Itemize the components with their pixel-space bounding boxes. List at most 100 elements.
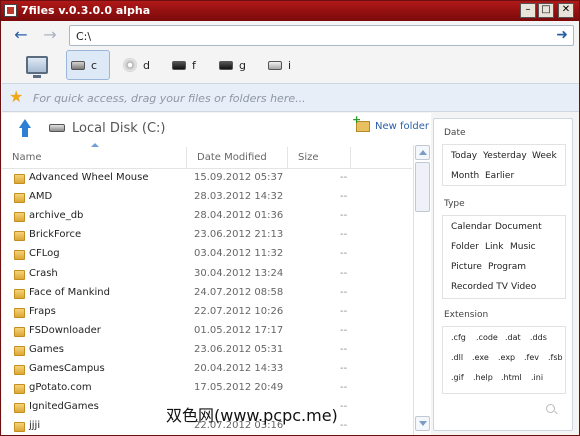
file-name: IgnitedGames — [29, 401, 99, 413]
folder-icon — [14, 403, 25, 414]
scroll-down-button[interactable] — [415, 416, 430, 431]
table-row[interactable]: FSDownloader 01.05.2012 17:17 -- — [2, 322, 412, 341]
extension-filter-option[interactable]: .html — [501, 373, 522, 382]
file-size: -- — [340, 363, 348, 374]
type-filter-option[interactable]: Picture — [451, 262, 482, 272]
forward-arrow-icon[interactable]: → — [40, 26, 60, 44]
table-row[interactable]: gPotato.com 17.05.2012 20:49 -- — [2, 379, 412, 398]
table-row[interactable]: Crash 30.04.2012 13:24 -- — [2, 265, 412, 284]
minimize-button[interactable]: – — [520, 3, 536, 18]
folder-icon — [14, 212, 25, 223]
file-name: Games — [29, 343, 64, 355]
up-folder-icon[interactable] — [16, 119, 34, 139]
new-folder-label: New folder — [375, 121, 430, 132]
drive-i-button[interactable]: i — [264, 50, 304, 80]
table-row[interactable]: CFLog 03.04.2012 11:32 -- — [2, 245, 412, 264]
file-name: CFLog — [29, 248, 60, 260]
new-folder-button[interactable]: New folder — [352, 113, 430, 132]
file-date: 17.05.2012 20:49 — [194, 382, 284, 394]
go-arrow-icon[interactable]: ➜ — [556, 27, 568, 43]
type-filter-option[interactable]: Calendar — [451, 222, 491, 232]
date-filter-option[interactable]: Yesterday — [483, 151, 527, 161]
drive-label: f — [192, 58, 196, 72]
table-row[interactable]: GamesCampus 20.04.2012 14:33 -- — [2, 360, 412, 379]
file-size: -- — [340, 324, 348, 336]
folder-icon — [14, 365, 25, 375]
drive-icon — [268, 60, 282, 70]
type-filter-option[interactable]: Music — [510, 242, 536, 252]
date-filter-option[interactable]: Month — [451, 171, 479, 181]
extension-filter-option[interactable]: .exe — [472, 353, 489, 362]
table-header: Name Date Modified Size — [2, 147, 412, 169]
table-row[interactable]: BrickForce 23.06.2012 21:13 -- — [2, 226, 412, 245]
file-name: AMD — [29, 191, 53, 203]
favorites-bar[interactable]: ★ For quick access, drag your files or f… — [2, 83, 579, 112]
folder-icon — [14, 326, 25, 337]
date-filter-option[interactable]: Week — [532, 151, 557, 161]
type-filter-option[interactable]: Video — [511, 282, 536, 292]
drive-icon — [172, 60, 186, 70]
star-icon: ★ — [9, 87, 24, 106]
maximize-button[interactable]: □ — [538, 3, 554, 18]
extension-filter-option[interactable]: .cfg — [451, 333, 466, 342]
file-name: GamesCampus — [29, 363, 105, 374]
column-name[interactable]: Name — [2, 147, 187, 169]
title-bar: 7files v.0.3.0.0 alpha – □ ✕ — [1, 1, 579, 21]
extension-filter-option[interactable]: .help — [473, 373, 493, 382]
scroll-thumb[interactable] — [415, 162, 430, 212]
type-filter-option[interactable]: Folder — [451, 242, 479, 252]
drive-g-button[interactable]: g — [215, 50, 255, 80]
table-row[interactable]: archive_db 28.04.2012 01:36 -- — [2, 207, 412, 226]
table-row[interactable]: Advanced Wheel Mouse 15.09.2012 05:37 -- — [2, 169, 412, 188]
file-date: 30.04.2012 13:24 — [194, 267, 284, 279]
column-size[interactable]: Size — [288, 147, 351, 169]
extension-filter-option[interactable]: .dds — [530, 333, 547, 342]
file-date: 15.09.2012 05:37 — [194, 172, 284, 183]
back-arrow-icon[interactable]: ← — [11, 26, 31, 44]
file-size: -- — [340, 172, 348, 183]
app-icon — [4, 4, 17, 17]
favorites-hint: For quick access, drag your files or fol… — [33, 92, 306, 105]
extension-filter-option[interactable]: .code — [476, 333, 498, 342]
type-filter-option[interactable]: Recorded TV — [451, 282, 508, 292]
date-filter-option[interactable]: Earlier — [485, 171, 514, 181]
file-size: -- — [340, 305, 348, 317]
extension-filter-title: Extension — [444, 310, 489, 320]
computer-button[interactable] — [22, 50, 54, 80]
drive-f-button[interactable]: f — [168, 50, 208, 80]
file-date: 23.06.2012 05:31 — [194, 343, 284, 355]
drive-label: d — [143, 58, 150, 72]
column-modified[interactable]: Date Modified — [187, 147, 288, 169]
address-input[interactable]: C:\ ➜ — [69, 25, 574, 46]
type-filter-option[interactable]: Program — [488, 262, 526, 272]
file-size: -- — [340, 210, 348, 222]
extension-filter-option[interactable]: .exp — [498, 353, 515, 362]
table-row[interactable]: AMD 28.03.2012 14:32 -- — [2, 188, 412, 207]
close-button[interactable]: ✕ — [558, 3, 574, 18]
extension-filter-option[interactable]: .dll — [451, 353, 463, 362]
scroll-up-button[interactable] — [415, 145, 430, 160]
type-filter-option[interactable]: Link — [485, 242, 503, 252]
extension-filter-option[interactable]: .dat — [505, 333, 521, 342]
file-size: -- — [340, 401, 348, 413]
extension-filter-option[interactable]: .fsb — [548, 353, 563, 362]
table-row[interactable]: Face of Mankind 24.07.2012 08:58 -- — [2, 284, 412, 303]
search-icon[interactable] — [546, 404, 555, 413]
drive-d-button[interactable]: d — [119, 50, 159, 80]
folder-icon — [14, 307, 25, 318]
type-filter-option[interactable]: Document — [495, 222, 542, 232]
table-row[interactable]: Games 23.06.2012 05:31 -- — [2, 341, 412, 360]
vertical-scrollbar[interactable] — [413, 145, 430, 435]
drive-label: g — [239, 58, 246, 72]
address-bar: ← → C:\ ➜ — [2, 22, 579, 49]
folder-icon — [14, 422, 25, 433]
folder-icon — [14, 231, 25, 242]
table-row[interactable]: Fraps 22.07.2012 10:26 -- — [2, 303, 412, 322]
extension-filter-option[interactable]: .fev — [524, 353, 539, 362]
extension-filter-option[interactable]: .ini — [531, 373, 543, 382]
drive-c-button[interactable]: c — [66, 50, 110, 80]
date-filter-option[interactable]: Today — [451, 151, 477, 161]
file-name: Face of Mankind — [29, 286, 110, 298]
file-name: archive_db — [29, 210, 84, 222]
extension-filter-option[interactable]: .gif — [451, 373, 464, 382]
